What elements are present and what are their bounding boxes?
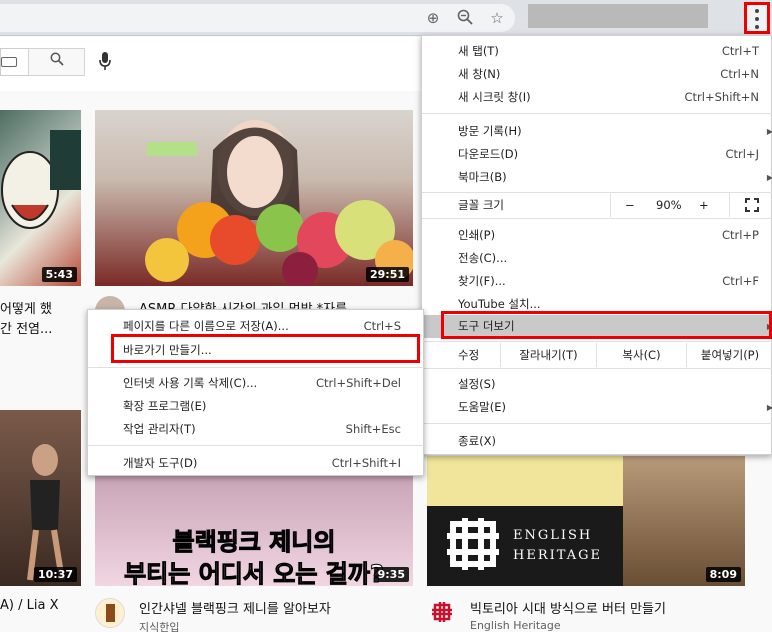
english-heritage-logo-icon[interactable] — [432, 600, 452, 624]
menu-item-clear-browsing-data[interactable]: 인터넷 사용 기록 삭제(C)... Ctrl+Shift+Del — [88, 372, 425, 395]
menu-item-new-tab[interactable]: 새 탭(T) Ctrl+T — [422, 40, 772, 63]
menu-item-print[interactable]: 인쇄(P) Ctrl+P — [422, 224, 772, 247]
zoom-row: 글꼴 크기 − 90% + — [422, 193, 772, 217]
menu-item-cast[interactable]: 전송(C)... — [422, 247, 772, 270]
bookmark-star-icon[interactable]: ☆ — [488, 9, 506, 27]
video-thumbnail[interactable]: 5:43 — [0, 110, 81, 286]
video-duration: 8:09 — [705, 567, 741, 582]
video-title[interactable]: A) / Lia X — [0, 598, 58, 613]
video-thumbnail[interactable]: 블랙핑크 제니의 부티는 어디서 오는 걸까? 9:35 — [95, 476, 413, 586]
thumbnail-caption: 블랙핑크 제니의 — [172, 528, 336, 557]
channel-name[interactable]: English Heritage — [470, 619, 561, 632]
video-duration: 5:43 — [41, 267, 77, 282]
menu-item-settings[interactable]: 설정(S) — [422, 373, 772, 396]
browser-toolbar: ⊕ ☆ — [0, 0, 772, 36]
edit-row: 수정 잘라내기(T) 복사(C) 붙여넣기(P) — [422, 343, 772, 367]
submenu-arrow-icon: ▶ — [766, 403, 772, 412]
menu-item-history[interactable]: 방문 기록(H) ▶ — [422, 120, 772, 143]
search-button[interactable] — [28, 48, 85, 76]
add-tab-icon[interactable]: ⊕ — [424, 9, 442, 27]
copy-button[interactable]: 복사(C) — [596, 343, 686, 367]
video-thumbnail[interactable]: 10:37 — [0, 410, 81, 586]
chrome-main-menu: 새 탭(T) Ctrl+T 새 창(N) Ctrl+N 새 시크릿 창(I) Ctrl… — [421, 35, 772, 455]
thumbnail-caption: ENGLISH — [513, 528, 593, 543]
menu-item-incognito[interactable]: 새 시크릿 창(I) Ctrl+Shift+N — [422, 86, 772, 109]
menu-separator — [422, 113, 772, 114]
menu-item-bookmarks[interactable]: 북마크(B) ▶ — [422, 166, 772, 189]
video-duration: 10:37 — [33, 567, 77, 582]
channel-name[interactable]: 지식한입 — [139, 619, 179, 632]
menu-item-new-window[interactable]: 새 창(N) Ctrl+N — [422, 63, 772, 86]
video-thumbnail[interactable]: 29:51 — [95, 110, 413, 286]
menu-separator — [422, 218, 772, 219]
highlight-more-tools — [441, 311, 772, 339]
highlight-create-shortcut — [111, 334, 420, 363]
search-input[interactable] — [0, 48, 85, 76]
video-title[interactable]: 어떻게 했 — [0, 298, 52, 317]
zoom-icon[interactable] — [456, 9, 474, 27]
screen: ⊕ ☆ 5:43 29:51 어떻게 했 간 전염... 10:37 블랙핑크 … — [0, 0, 772, 632]
menu-separator — [422, 423, 772, 424]
microphone-icon[interactable] — [98, 51, 112, 73]
channel-avatar[interactable] — [95, 598, 125, 628]
video-title[interactable]: 간 전염... — [0, 318, 52, 337]
zoom-control: − 90% + — [610, 193, 772, 217]
zoom-in-button[interactable]: + — [699, 193, 709, 217]
search-icon — [50, 52, 64, 66]
extensions-area — [528, 4, 708, 28]
video-title[interactable]: 인간샤넬 블랙핑크 제니를 알아보자 — [139, 598, 331, 617]
menu-separator — [88, 367, 425, 368]
menu-separator — [422, 368, 772, 369]
video-thumbnail[interactable]: ENGLISH HERITAGE 8:09 — [427, 456, 745, 586]
zoom-out-button[interactable]: − — [625, 193, 635, 217]
keyboard-icon[interactable] — [1, 57, 17, 67]
menu-item-help[interactable]: 도움말(E) ▶ — [422, 396, 772, 419]
cut-button[interactable]: 잘라내기(T) — [500, 343, 596, 367]
submenu-arrow-icon: ▶ — [766, 173, 772, 182]
fullscreen-icon — [745, 198, 759, 212]
menu-item-extensions[interactable]: 확장 프로그램(E) — [88, 395, 425, 418]
zoom-level: 90% — [656, 198, 682, 212]
zoom-label: 글꼴 크기 — [458, 198, 504, 212]
fullscreen-button[interactable] — [729, 193, 772, 217]
thumbnail-caption: HERITAGE — [513, 548, 602, 563]
edit-label: 수정 — [458, 348, 480, 362]
video-duration: 29:51 — [365, 267, 409, 282]
thumbnail-caption: 부티는 어디서 오는 걸까? — [124, 560, 385, 587]
english-heritage-logo-icon — [447, 518, 499, 570]
menu-separator — [422, 341, 772, 342]
menu-item-exit[interactable]: 종료(X) — [422, 430, 772, 453]
menu-item-developer-tools[interactable]: 개발자 도구(D) Ctrl+Shift+I — [88, 452, 425, 475]
menu-item-find[interactable]: 찾기(F)... Ctrl+F — [422, 270, 772, 293]
menu-item-downloads[interactable]: 다운로드(D) Ctrl+J — [422, 143, 772, 166]
menu-separator — [88, 445, 425, 446]
submenu-arrow-icon: ▶ — [766, 127, 772, 136]
video-title[interactable]: 빅토리아 시대 방식으로 버터 만들기 — [470, 598, 666, 617]
chrome-menu-button[interactable] — [744, 2, 770, 34]
paste-button[interactable]: 붙여넣기(P) — [686, 343, 772, 367]
menu-item-task-manager[interactable]: 작업 관리자(T) Shift+Esc — [88, 418, 425, 441]
video-duration: 9:35 — [373, 567, 409, 582]
